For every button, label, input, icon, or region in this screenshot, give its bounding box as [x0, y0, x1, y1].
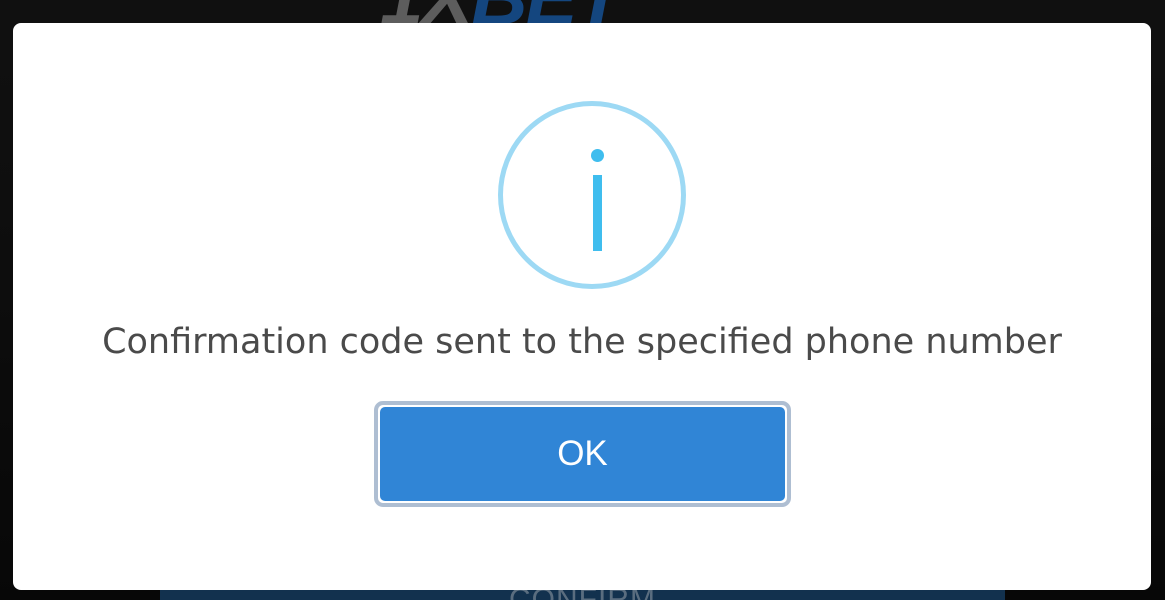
info-icon: [498, 101, 686, 289]
ok-button[interactable]: OK: [380, 407, 785, 501]
info-icon-stem: [593, 175, 602, 251]
dialog-message: Confirmation code sent to the specified …: [102, 322, 1062, 362]
info-icon-dot: [591, 149, 604, 162]
info-dialog: Confirmation code sent to the specified …: [13, 23, 1151, 590]
